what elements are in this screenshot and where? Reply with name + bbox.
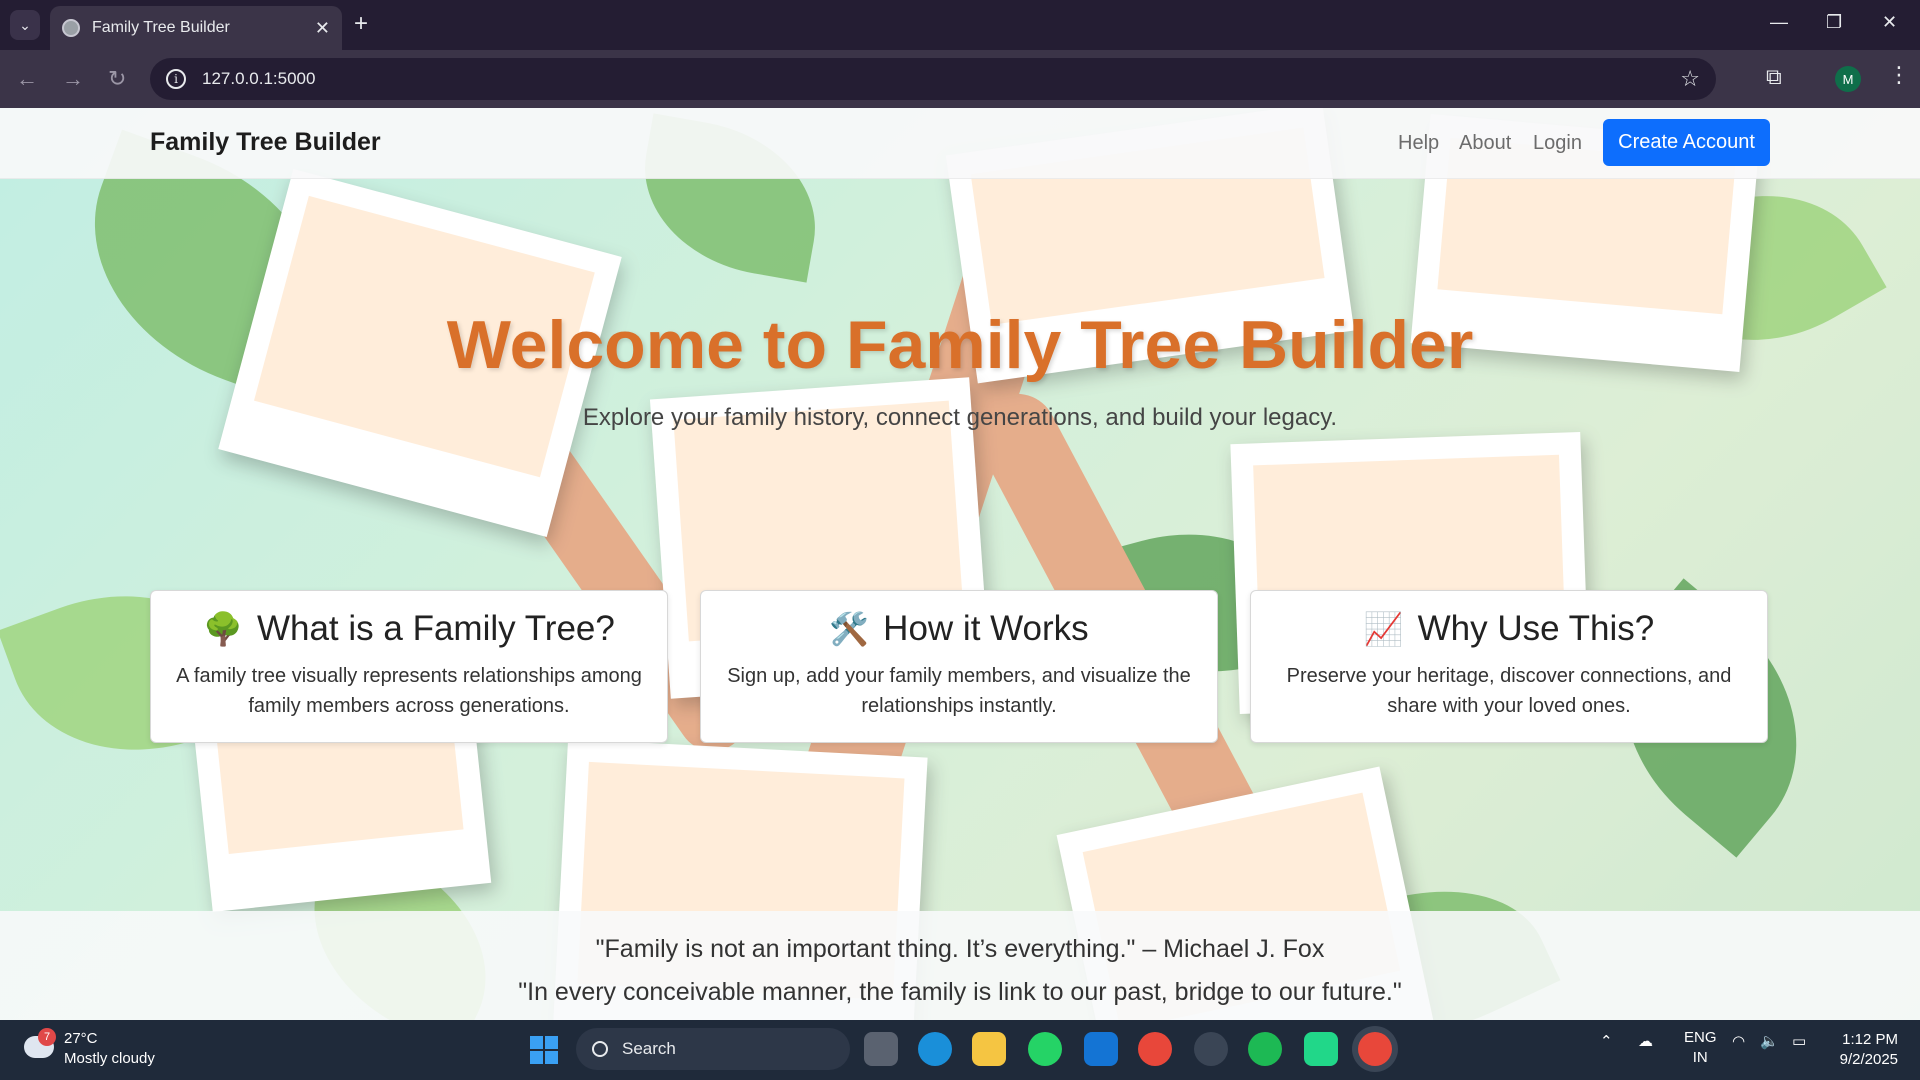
- whatsapp-icon[interactable]: [1028, 1032, 1062, 1066]
- close-icon[interactable]: ✕: [315, 18, 330, 39]
- card-title: Why Use This?: [1417, 609, 1655, 648]
- site-brand[interactable]: Family Tree Builder: [150, 128, 381, 157]
- quote-line: "In every conceivable manner, the family…: [518, 978, 1402, 1006]
- hero-title: Welcome to Family Tree Builder: [446, 307, 1474, 383]
- search-icon: [592, 1041, 608, 1057]
- card-title: What is a Family Tree?: [256, 609, 615, 648]
- card-text: A family tree visually represents relati…: [176, 665, 642, 717]
- clock[interactable]: 1:12 PM 9/2/2025: [1832, 1030, 1898, 1070]
- create-account-button[interactable]: Create Account: [1603, 119, 1770, 166]
- quote-line: "Family is not an important thing. It’s …: [595, 935, 1325, 963]
- browser-toolbar: ← → ↻ i 127.0.0.1:5000 ☆: [0, 50, 1920, 108]
- nav-about-link[interactable]: About: [1459, 132, 1511, 155]
- card-text: Preserve your heritage, discover connect…: [1286, 665, 1732, 717]
- info-card-what: 🌳 What is a Family Tree? A family tree v…: [150, 590, 668, 743]
- weather-badge: 7: [38, 1028, 56, 1046]
- chevron-up-icon[interactable]: ⌃: [1600, 1032, 1613, 1050]
- tab-title: Family Tree Builder: [92, 19, 230, 36]
- edge-icon[interactable]: [918, 1032, 952, 1066]
- site-navbar: Family Tree Builder Help About Login Cre…: [0, 108, 1920, 179]
- nav-login-link[interactable]: Login: [1533, 132, 1582, 155]
- weather-temp[interactable]: 27°C: [64, 1030, 98, 1047]
- info-card-how: 🛠️ How it Works Sign up, add your family…: [700, 590, 1218, 743]
- forward-icon[interactable]: →: [62, 66, 84, 92]
- os-taskbar: 7 27°C Mostly cloudy Search ⌃ ☁ ENG IN ◠…: [0, 1020, 1920, 1080]
- chart-increasing-icon: 📈: [1363, 611, 1404, 647]
- date: 9/2/2025: [1839, 1051, 1898, 1068]
- browser-tab-strip: ⌄ Family Tree Builder ✕ + — ❐ ✕: [0, 0, 1920, 50]
- pycharm-icon[interactable]: [1304, 1032, 1338, 1066]
- language-indicator[interactable]: ENG IN: [1684, 1028, 1717, 1068]
- back-icon[interactable]: ←: [16, 66, 38, 92]
- browser-tab[interactable]: Family Tree Builder ✕: [50, 6, 342, 50]
- outlook-icon[interactable]: [1084, 1032, 1118, 1066]
- taskbar-search[interactable]: Search: [576, 1028, 850, 1070]
- tree-icon: 🌳: [203, 611, 243, 647]
- volume-icon[interactable]: 🔈: [1760, 1032, 1779, 1050]
- card-text: Sign up, add your family members, and vi…: [727, 665, 1191, 717]
- language-top: ENG: [1684, 1029, 1717, 1046]
- battery-icon[interactable]: ▭: [1792, 1032, 1806, 1050]
- profile-avatar[interactable]: M: [1835, 66, 1861, 92]
- task-view-icon[interactable]: [864, 1032, 898, 1066]
- windows-start-icon[interactable]: [530, 1036, 558, 1064]
- bookmark-star-icon[interactable]: ☆: [1680, 66, 1700, 92]
- language-bottom: IN: [1692, 1049, 1708, 1066]
- file-explorer-icon[interactable]: [972, 1032, 1006, 1066]
- extensions-icon[interactable]: ⧉: [1766, 64, 1782, 90]
- onedrive-icon[interactable]: ☁: [1638, 1032, 1653, 1050]
- hero-subtitle: Explore your family history, connect gen…: [582, 404, 1338, 431]
- url-text: 127.0.0.1:5000: [202, 69, 316, 88]
- window-close-icon[interactable]: ✕: [1882, 12, 1897, 33]
- search-label: Search: [622, 1039, 676, 1058]
- tab-search-button[interactable]: ⌄: [10, 10, 40, 40]
- minimize-icon[interactable]: —: [1770, 12, 1788, 33]
- browser-menu-icon[interactable]: ⋮: [1888, 62, 1910, 88]
- chatgpt-icon[interactable]: [1194, 1032, 1228, 1066]
- nav-help-link[interactable]: Help: [1398, 132, 1439, 155]
- wifi-icon[interactable]: ◠: [1732, 1032, 1745, 1050]
- weather-desc[interactable]: Mostly cloudy: [64, 1050, 155, 1067]
- chrome-icon[interactable]: [1138, 1032, 1172, 1066]
- tools-icon: 🛠️: [829, 611, 870, 647]
- spotify-icon[interactable]: [1248, 1032, 1282, 1066]
- restore-icon[interactable]: ❐: [1826, 12, 1842, 33]
- info-card-why: 📈 Why Use This? Preserve your heritage, …: [1250, 590, 1768, 743]
- quotes-section: "Family is not an important thing. It’s …: [0, 911, 1920, 1020]
- time: 1:12 PM: [1842, 1031, 1898, 1048]
- chrome-profile-icon[interactable]: [1358, 1032, 1392, 1066]
- address-bar[interactable]: i 127.0.0.1:5000 ☆: [150, 58, 1716, 100]
- new-tab-button[interactable]: +: [354, 10, 368, 38]
- page-viewport: Family Tree Builder Help About Login Cre…: [0, 108, 1920, 1020]
- globe-icon: [62, 19, 80, 37]
- card-title: How it Works: [883, 609, 1089, 648]
- site-info-icon[interactable]: i: [166, 69, 186, 89]
- reload-icon[interactable]: ↻: [108, 66, 126, 92]
